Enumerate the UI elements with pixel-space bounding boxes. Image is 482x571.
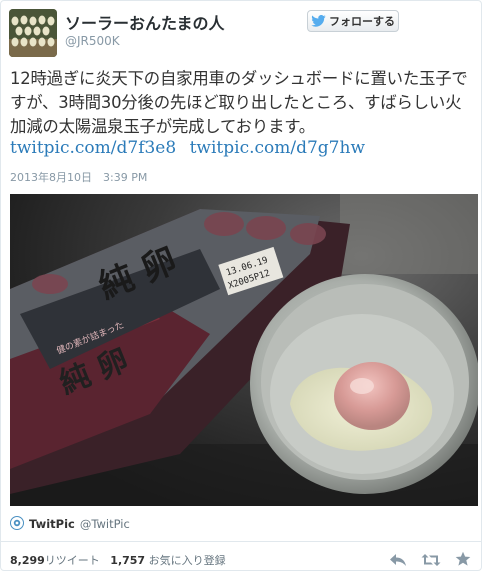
follow-button[interactable]: フォローする <box>307 10 399 32</box>
photo-credit: TwitPic @TwitPic <box>10 515 130 533</box>
avatar-image <box>9 9 57 57</box>
favorite-star-icon[interactable] <box>455 551 471 571</box>
reply-icon[interactable] <box>389 552 407 571</box>
user-display-name[interactable]: ソーラーおんたまの人 <box>65 10 225 34</box>
favorite-label: お気に入り登録 <box>148 554 226 567</box>
retweet-label: リツイート <box>44 554 100 567</box>
tweet-photo[interactable]: 純 卵 純 卵 健の素が詰まった 13.06.19 X2005P12 <box>10 194 478 506</box>
tweet-link-1[interactable]: twitpic.com/d7f3e8 <box>10 138 176 158</box>
follow-button-label: フォローする <box>329 15 395 28</box>
favorite-count[interactable]: 1,757 <box>110 554 145 567</box>
tweet-link-2[interactable]: twitpic.com/d7g7hw <box>190 138 365 158</box>
tweet-stats: 8,299リツイート 1,757 お気に入り登録 <box>10 552 226 568</box>
tweet-text: 12時過ぎに炎天下の自家用車のダッシュボードに置いた玉子ですが、3時間30分後の… <box>10 69 468 136</box>
retweet-count[interactable]: 8,299 <box>10 554 45 567</box>
tweet-card: ソーラーおんたまの人 @JR500K フォローする 12時過ぎに炎天下の自家用車… <box>0 0 482 571</box>
retweet-icon[interactable] <box>421 552 441 571</box>
footer-divider <box>1 541 481 542</box>
credit-handle[interactable]: @TwitPic <box>80 517 130 531</box>
user-avatar[interactable] <box>9 9 57 57</box>
photo-image: 純 卵 純 卵 健の素が詰まった 13.06.19 X2005P12 <box>10 194 478 506</box>
twitter-bird-icon <box>311 15 326 27</box>
user-screen-name[interactable]: @JR500K <box>65 34 120 48</box>
twitpic-icon <box>10 515 24 533</box>
tweet-timestamp[interactable]: 2013年8月10日 3:39 PM <box>10 169 147 185</box>
credit-brand[interactable]: TwitPic <box>29 517 75 531</box>
tweet-links: twitpic.com/d7f3e8 twitpic.com/d7g7hw <box>10 138 373 158</box>
tweet-actions <box>389 551 471 571</box>
